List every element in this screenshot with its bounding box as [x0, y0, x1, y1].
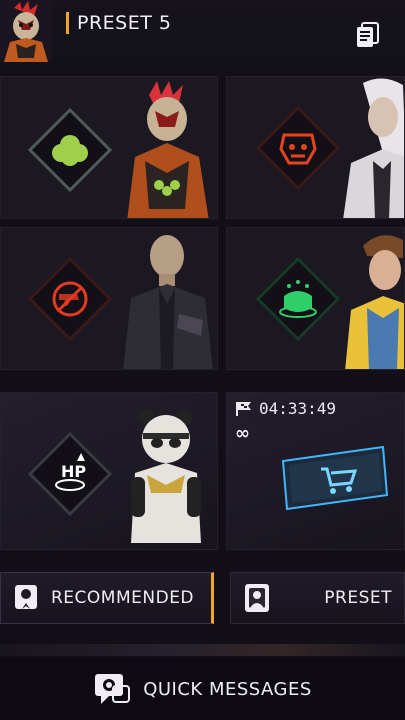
quick-messages-button[interactable]: QUICK MESSAGES [0, 658, 405, 720]
document-list-icon[interactable] [353, 21, 383, 49]
preset-slot-2[interactable] [226, 76, 405, 219]
no-weapon-icon [27, 256, 113, 342]
rooster-avatar-icon [0, 0, 52, 62]
timer-row: 04:33:49 [235, 399, 336, 418]
header-bar: PRESET 5 [0, 0, 405, 70]
title-accent-bar [66, 12, 69, 34]
quick-messages-label: QUICK MESSAGES [143, 678, 312, 700]
bookmark-card-icon [15, 585, 37, 609]
bald-man-character [119, 228, 217, 369]
hp-up-icon: HP [27, 431, 113, 517]
infinity-duration: ∞ [235, 423, 250, 444]
page-title: PRESET 5 [77, 12, 172, 34]
tab-preset[interactable]: PRESET [230, 572, 405, 624]
divider-stripe [0, 644, 405, 656]
chat-gear-icon [95, 674, 131, 704]
white-hair-woman-character [343, 77, 404, 218]
timer-text: 04:33:49 [259, 399, 337, 418]
green-bush-icon [27, 107, 113, 193]
tab-recommended-label: RECOMMENDED [51, 588, 195, 608]
preset-slot-3[interactable] [0, 227, 218, 370]
brown-hair-boy-character [345, 228, 404, 369]
avatar[interactable] [0, 0, 52, 62]
preset-slot-5[interactable]: HP [0, 392, 218, 550]
flag-icon [236, 401, 251, 416]
tactical-mask-icon [255, 105, 341, 191]
character-card-icon [245, 584, 269, 612]
svg-text:HP: HP [61, 462, 86, 481]
rooster-head-character [119, 81, 217, 218]
preset-slot-6[interactable]: 04:33:49 ∞ [226, 392, 405, 550]
preset-title: PRESET 5 [66, 10, 171, 36]
cart-card-icon [275, 437, 393, 527]
panda-character [121, 403, 211, 543]
preset-slot-4[interactable] [226, 227, 405, 370]
tab-recommended[interactable]: RECOMMENDED [0, 572, 214, 624]
preset-tabs: RECOMMENDED PRESET [0, 572, 405, 624]
tab-preset-label: PRESET [324, 588, 392, 608]
preset-slot-1[interactable] [0, 76, 218, 219]
green-drop-icon [255, 256, 341, 342]
